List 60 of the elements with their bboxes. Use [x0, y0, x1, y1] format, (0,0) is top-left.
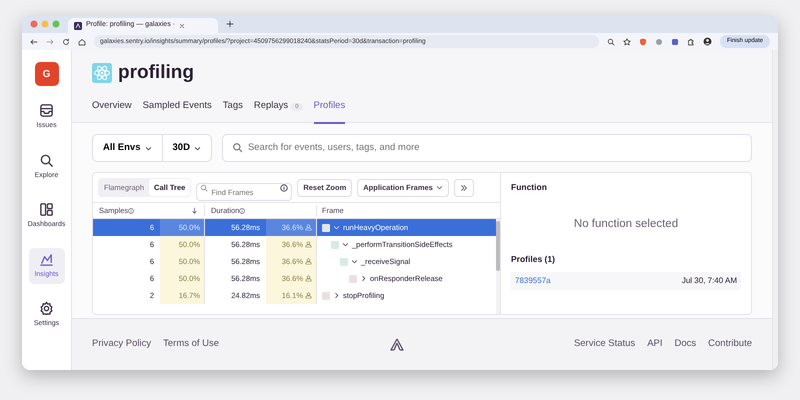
period-dropdown[interactable]: 30D: [162, 135, 211, 161]
info-icon: [239, 208, 246, 214]
footer-link[interactable]: Contribute: [708, 338, 752, 350]
user-icon: [305, 292, 312, 300]
environment-dropdown[interactable]: All Envs: [93, 135, 162, 161]
profile-date: Jul 30, 7:40 AM: [682, 274, 737, 287]
user-icon: [305, 275, 312, 282]
double-chevron-right-icon: [460, 184, 468, 192]
close-icon[interactable]: [179, 22, 186, 28]
new-tab-icon[interactable]: [226, 20, 234, 28]
dashboard-icon: [39, 202, 54, 217]
page-scrollbar[interactable]: [772, 50, 778, 370]
atom-icon: [92, 63, 112, 84]
footer-link[interactable]: API: [647, 338, 662, 350]
caret-icon: [436, 184, 443, 192]
search-icon: [200, 184, 208, 192]
footer-link[interactable]: Service Status: [574, 338, 636, 350]
avatar-icon[interactable]: [702, 37, 712, 46]
search-icon: [39, 152, 54, 168]
user-icon: [305, 258, 312, 266]
footer-link[interactable]: Docs: [674, 338, 696, 350]
search-field[interactable]: Search for events, users, tags, and more: [222, 134, 752, 162]
inbox-icon: [39, 103, 54, 118]
section-title: Function: [511, 181, 548, 194]
caret-icon: [194, 144, 201, 152]
page-tab[interactable]: Profiles: [314, 98, 346, 124]
site-favicon-icon: [74, 22, 82, 30]
home-icon[interactable]: [78, 38, 86, 46]
chevron-right-icon[interactable]: [360, 275, 367, 282]
page-title: profiling: [118, 61, 194, 85]
info-icon: [128, 208, 134, 214]
chart-line-icon: [39, 252, 54, 266]
star-icon[interactable]: [622, 38, 631, 46]
footer-link[interactable]: Privacy Policy: [92, 338, 152, 350]
empty-message: No function selected: [572, 216, 680, 232]
scrollbar-thumb[interactable]: [496, 221, 500, 272]
organization-avatar[interactable]: G: [34, 62, 58, 86]
zoom-icon[interactable]: [606, 38, 615, 46]
back-icon[interactable]: [30, 38, 38, 46]
profile-link[interactable]: 7839557a: [515, 274, 551, 287]
page-tab[interactable]: Tags: [222, 98, 243, 124]
logo-icon: [388, 336, 405, 352]
chevron-down-icon[interactable]: [342, 241, 349, 248]
page-tab[interactable]: Sampled Events: [142, 98, 212, 124]
reload-icon[interactable]: [62, 38, 70, 46]
shield-icon[interactable]: [638, 38, 647, 46]
search-icon: [232, 142, 243, 153]
puzzle-icon[interactable]: [686, 38, 695, 46]
footer-link[interactable]: Terms of Use: [163, 338, 220, 350]
caret-icon: [144, 144, 152, 152]
section-title: Profiles (1): [511, 253, 556, 266]
settings-icon: [39, 301, 54, 316]
chevron-right-icon[interactable]: [333, 292, 340, 300]
sort-down-icon[interactable]: [191, 207, 198, 214]
forward-icon[interactable]: [46, 38, 54, 46]
page-tab[interactable]: Overview: [92, 98, 132, 124]
user-icon: [305, 241, 312, 248]
chevron-down-icon[interactable]: [351, 258, 358, 266]
info-icon[interactable]: [280, 184, 288, 192]
user-icon: [305, 224, 312, 232]
